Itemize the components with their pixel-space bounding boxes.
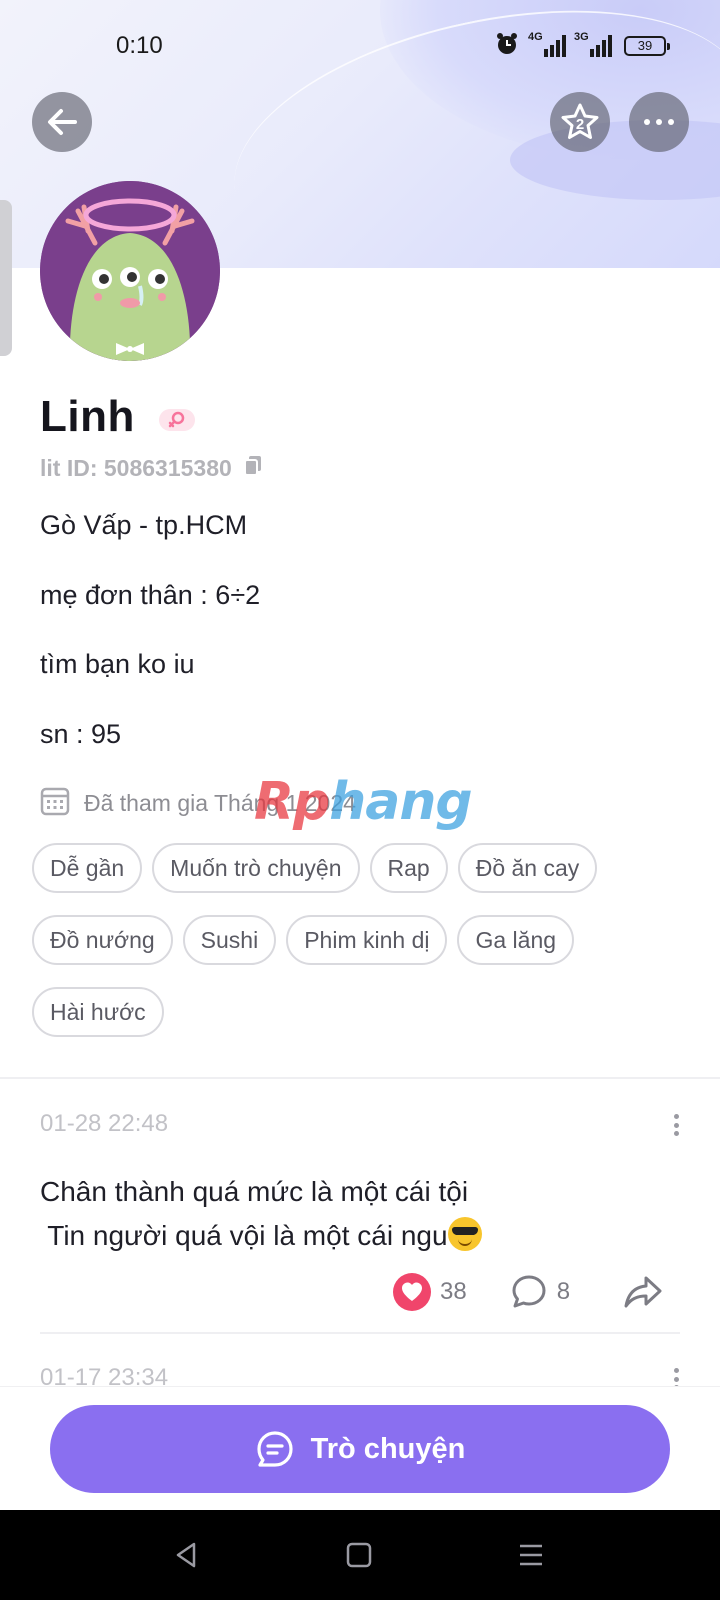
triangle-back-icon	[176, 1542, 196, 1568]
interest-tag[interactable]: Muốn trò chuyện	[152, 843, 360, 893]
system-navigation-bar	[0, 1510, 720, 1600]
alarm-icon	[494, 31, 520, 62]
more-button[interactable]	[629, 92, 689, 152]
comment-icon	[512, 1275, 546, 1308]
female-icon	[168, 411, 185, 428]
share-button[interactable]	[622, 1272, 664, 1312]
status-time: 0:10	[116, 32, 163, 59]
bio-line: sn : 95	[40, 719, 122, 749]
gender-badge	[158, 409, 195, 431]
post-divider	[40, 1332, 680, 1334]
back-button[interactable]	[32, 92, 92, 152]
interest-tag[interactable]: Phim kinh dị	[286, 915, 448, 965]
interest-tags: Dễ gần Muốn trò chuyện Rap Đồ ăn cay Đồ …	[32, 843, 692, 1037]
comment-count: 8	[556, 1278, 571, 1305]
chat-button-label: Trò chuyện	[310, 1432, 466, 1465]
comment-button[interactable]: 8	[509, 1272, 570, 1312]
favorite-count: 2	[576, 116, 584, 133]
watermark-logo: Rphang	[254, 772, 473, 832]
interest-tag[interactable]: Ga lăng	[457, 915, 575, 965]
favorite-button[interactable]: 2	[550, 92, 610, 152]
nav-menu-button[interactable]	[506, 1530, 556, 1580]
star-icon: 2	[561, 103, 599, 139]
post-line: Tin người quá vội là một cái ngu	[40, 1220, 448, 1251]
bio-line: mẹ đơn thân : 6÷2	[40, 580, 261, 610]
battery-icon: 39	[624, 36, 670, 56]
interest-tag[interactable]: Rap	[369, 843, 448, 893]
share-icon	[624, 1276, 662, 1308]
nav-back-button[interactable]	[162, 1530, 212, 1580]
interest-tag[interactable]: Hài hước	[32, 987, 164, 1037]
profile-name: Linh	[40, 392, 135, 441]
menu-icon	[520, 1544, 542, 1566]
interest-tag[interactable]: Đồ nướng	[32, 915, 173, 965]
interest-tag[interactable]: Dễ gần	[32, 843, 143, 893]
bio-line: tìm bạn ko iu	[40, 649, 195, 679]
nav-home-button[interactable]	[334, 1530, 384, 1580]
signal-3g-icon: 3G	[574, 31, 612, 57]
more-horizontal-icon	[644, 119, 674, 125]
chat-icon	[257, 1431, 293, 1467]
chat-button[interactable]: Trò chuyện	[50, 1405, 670, 1493]
post-menu-button[interactable]	[666, 1110, 686, 1140]
monster-avatar-image	[40, 181, 220, 361]
arrow-left-icon	[48, 109, 77, 135]
post-timestamp: 01-28 22:48	[40, 1110, 169, 1137]
square-home-icon	[346, 1542, 372, 1568]
lit-id: lit ID: 5086315380	[40, 455, 232, 481]
sunglasses-emoji	[447, 1217, 482, 1251]
post-line: Chân thành quá mức là một cái tội	[40, 1176, 469, 1207]
like-count: 38	[440, 1278, 467, 1305]
calendar-icon	[40, 786, 70, 821]
section-divider	[0, 1077, 720, 1079]
avatar[interactable]	[40, 181, 220, 361]
interest-tag[interactable]: Sushi	[182, 915, 277, 965]
side-drawer-handle[interactable]	[0, 200, 12, 356]
signal-4g-icon: 4G	[528, 31, 566, 57]
status-bar: 0:10 4G 3G 39	[0, 0, 720, 90]
post-text: Chân thành quá mức là một cái tội Tin ng…	[40, 1170, 482, 1258]
bio-line: Gò Vấp - tp.HCM	[40, 510, 248, 540]
interest-tag[interactable]: Đồ ăn cay	[457, 843, 598, 893]
copy-icon[interactable]	[242, 454, 264, 483]
like-button[interactable]: 38	[392, 1272, 467, 1312]
heart-icon	[393, 1273, 431, 1311]
